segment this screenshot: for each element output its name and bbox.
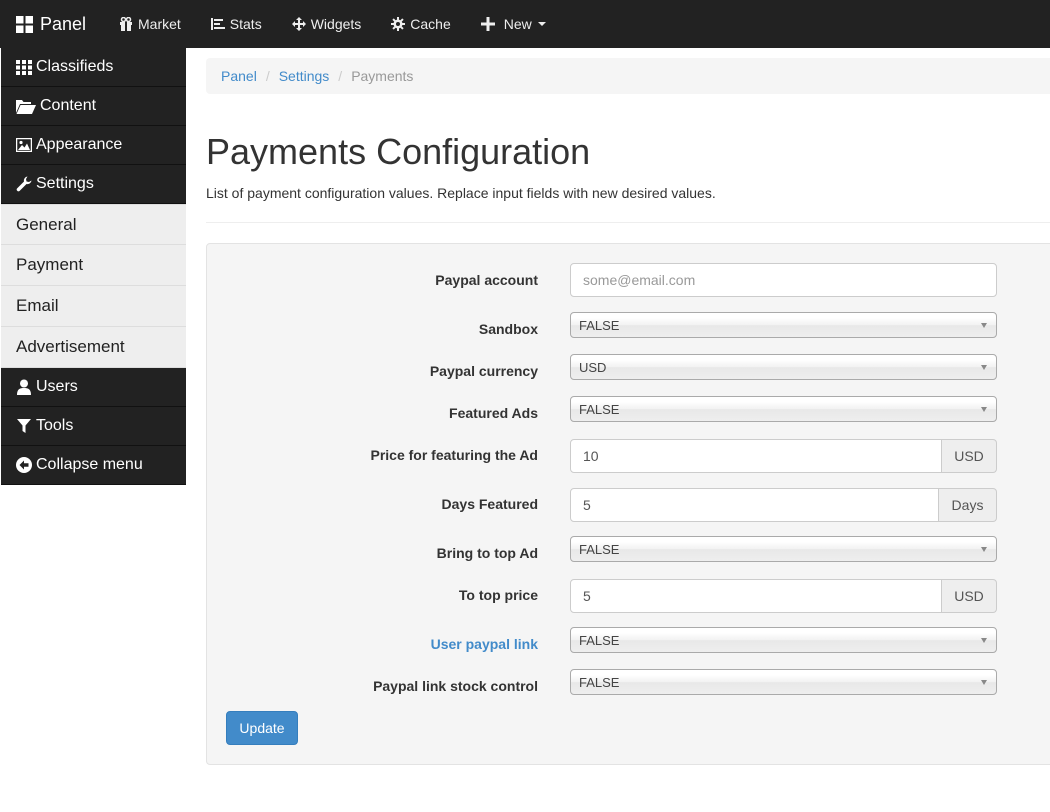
dropdown-arrow-icon bbox=[981, 680, 987, 685]
paypal-currency-value: USD bbox=[579, 359, 607, 375]
to-top-price-label: To top price bbox=[458, 587, 538, 603]
feature-price-label: Price for featuring the Ad bbox=[370, 447, 538, 463]
bring-to-top-value: FALSE bbox=[579, 541, 620, 557]
dashboard-icon bbox=[16, 15, 33, 33]
sidebar-item-label: Collapse menu bbox=[36, 456, 143, 473]
sidebar-item-tools[interactable]: Tools bbox=[1, 407, 186, 446]
folder-open-icon bbox=[16, 99, 36, 114]
paypal-link-stock-value: FALSE bbox=[579, 674, 620, 690]
sidebar: Classifieds Content Appearance Settings … bbox=[1, 48, 186, 485]
caret-down-icon bbox=[537, 22, 546, 26]
dropdown-arrow-icon bbox=[981, 407, 987, 412]
days-featured-input[interactable]: 5 bbox=[570, 488, 939, 522]
days-featured-label: Days Featured bbox=[441, 496, 538, 512]
bar-chart-icon bbox=[210, 18, 225, 30]
user-paypal-link-select[interactable]: FALSE bbox=[570, 627, 997, 653]
bring-to-top-label: Bring to top Ad bbox=[436, 545, 538, 561]
sidebar-item-label: Users bbox=[36, 378, 78, 395]
days-featured-addon: Days bbox=[939, 488, 997, 522]
nav-new-label: New bbox=[503, 16, 532, 32]
sandbox-value: FALSE bbox=[579, 317, 620, 333]
days-featured-group: 5 Days bbox=[570, 488, 997, 522]
payments-form: Paypal account some@email.com Sandbox FA… bbox=[206, 243, 1050, 765]
breadcrumb-separator: / bbox=[338, 68, 343, 84]
circle-arrow-left-icon bbox=[16, 457, 32, 473]
breadcrumb-current: Payments bbox=[351, 68, 414, 84]
sidebar-item-classifieds[interactable]: Classifieds bbox=[1, 48, 186, 87]
dropdown-arrow-icon bbox=[981, 638, 987, 643]
brand-link[interactable]: Panel bbox=[0, 14, 104, 35]
header-divider bbox=[206, 222, 1050, 223]
sidebar-subitem-label: General bbox=[16, 214, 77, 234]
nav-stats-label: Stats bbox=[229, 16, 262, 32]
to-top-price-input[interactable]: 5 bbox=[570, 579, 942, 613]
page-title: Payments Configuration bbox=[206, 131, 591, 172]
featured-ads-label: Featured Ads bbox=[449, 405, 538, 421]
wrench-icon bbox=[16, 176, 32, 192]
dropdown-arrow-icon bbox=[981, 323, 987, 328]
filter-icon bbox=[17, 419, 31, 433]
sidebar-item-users[interactable]: Users bbox=[1, 368, 186, 407]
sidebar-subitem-label: Payment bbox=[16, 255, 84, 274]
breadcrumb-panel[interactable]: Panel bbox=[221, 68, 257, 84]
sidebar-item-label: Appearance bbox=[36, 136, 123, 153]
featured-ads-value: FALSE bbox=[579, 401, 620, 417]
paypal-currency-label: Paypal currency bbox=[429, 363, 538, 379]
feature-price-input[interactable]: 10 bbox=[570, 439, 942, 473]
dropdown-arrow-icon bbox=[981, 547, 987, 552]
sidebar-subitem-advertisement[interactable]: Advertisement bbox=[1, 327, 186, 368]
brand-label: Panel bbox=[40, 13, 87, 34]
nav-stats[interactable]: Stats bbox=[196, 0, 277, 48]
plus-icon bbox=[480, 17, 495, 31]
feature-price-currency-addon: USD bbox=[942, 439, 997, 473]
sidebar-subitem-label: Advertisement bbox=[16, 337, 125, 356]
page-description: List of payment configuration values. Re… bbox=[206, 185, 716, 201]
user-paypal-link-label[interactable]: User paypal link bbox=[431, 636, 538, 652]
paypal-currency-select[interactable]: USD bbox=[570, 354, 997, 380]
gear-icon bbox=[391, 17, 406, 31]
nav-widgets[interactable]: Widgets bbox=[277, 0, 377, 48]
sidebar-subitem-general[interactable]: General bbox=[1, 204, 186, 245]
sidebar-item-settings[interactable]: Settings bbox=[1, 165, 186, 204]
sidebar-item-label: Tools bbox=[36, 417, 74, 434]
sandbox-label: Sandbox bbox=[478, 321, 538, 337]
dropdown-arrow-icon bbox=[981, 365, 987, 370]
breadcrumb-separator: / bbox=[265, 68, 270, 84]
move-icon bbox=[291, 17, 306, 31]
grid-icon bbox=[16, 59, 32, 75]
sidebar-subitem-label: Email bbox=[16, 296, 59, 315]
breadcrumb-settings[interactable]: Settings bbox=[279, 68, 330, 84]
sidebar-item-label: Settings bbox=[36, 175, 94, 192]
sidebar-subitem-payment[interactable]: Payment bbox=[1, 245, 186, 286]
picture-icon bbox=[16, 138, 32, 152]
nav-widgets-label: Widgets bbox=[310, 16, 362, 32]
nav-market[interactable]: Market bbox=[104, 0, 196, 48]
top-navbar: Panel Market Stats Widgets Cache New bbox=[0, 0, 1050, 48]
bring-to-top-select[interactable]: FALSE bbox=[570, 536, 997, 562]
to-top-price-group: 5 USD bbox=[570, 579, 997, 613]
to-top-price-currency-addon: USD bbox=[942, 579, 997, 613]
sidebar-collapse-menu[interactable]: Collapse menu bbox=[1, 446, 186, 485]
nav-cache-label: Cache bbox=[410, 16, 451, 32]
sidebar-subitem-email[interactable]: Email bbox=[1, 286, 186, 327]
paypal-link-stock-select[interactable]: FALSE bbox=[570, 669, 997, 695]
nav-market-label: Market bbox=[138, 16, 181, 32]
nav-cache[interactable]: Cache bbox=[376, 0, 465, 48]
breadcrumb: Panel / Settings / Payments bbox=[206, 58, 1050, 94]
paypal-account-input[interactable]: some@email.com bbox=[570, 263, 997, 297]
featured-ads-select[interactable]: FALSE bbox=[570, 396, 997, 422]
feature-price-group: 10 USD bbox=[570, 439, 997, 473]
update-button[interactable]: Update bbox=[226, 711, 298, 745]
nav-new-dropdown[interactable]: New bbox=[466, 0, 561, 48]
sandbox-select[interactable]: FALSE bbox=[570, 312, 997, 338]
sidebar-item-label: Content bbox=[40, 97, 97, 114]
sidebar-item-appearance[interactable]: Appearance bbox=[1, 126, 186, 165]
user-icon bbox=[17, 379, 31, 395]
paypal-link-stock-label: Paypal link stock control bbox=[373, 678, 538, 694]
sidebar-item-label: Classifieds bbox=[36, 58, 114, 75]
paypal-account-label: Paypal account bbox=[435, 272, 538, 288]
user-paypal-link-value: FALSE bbox=[579, 632, 620, 648]
sidebar-item-content[interactable]: Content bbox=[1, 87, 186, 126]
gift-icon bbox=[120, 17, 132, 31]
